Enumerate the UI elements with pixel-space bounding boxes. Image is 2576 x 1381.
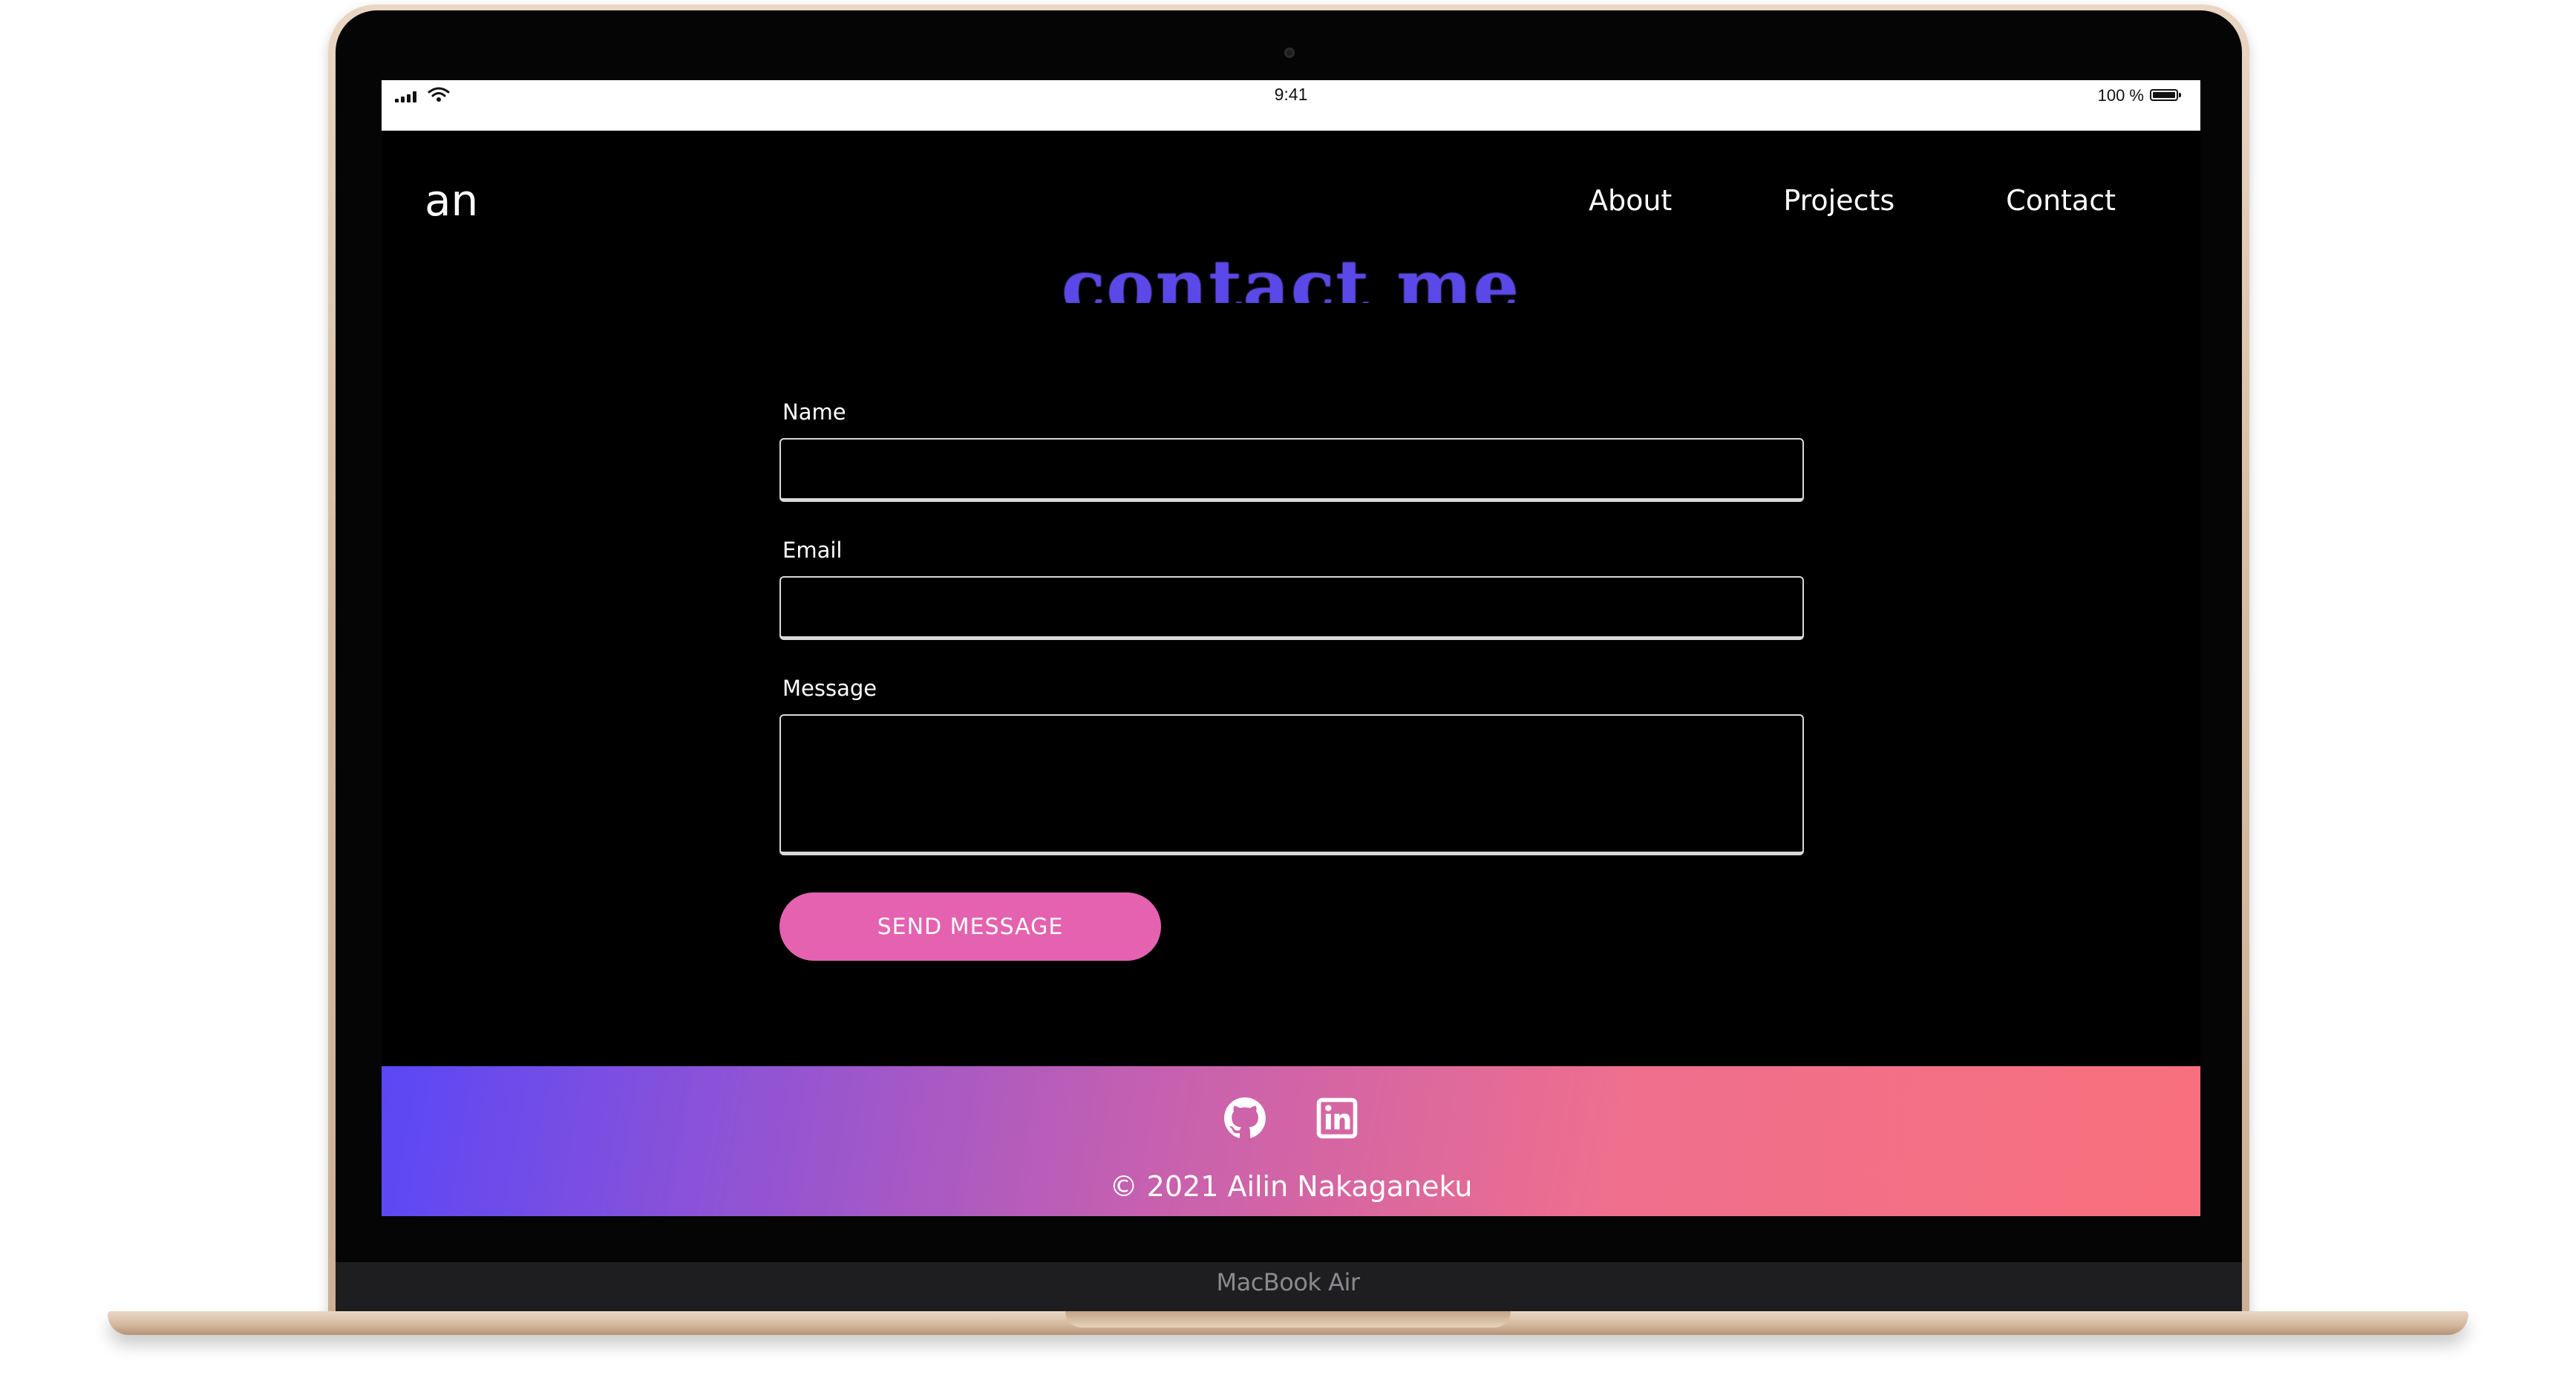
browser-screen: 9:41 100 % an About Projects Contact con…: [382, 80, 2200, 1216]
device-label: MacBook Air: [1216, 1268, 1360, 1296]
name-label: Name: [782, 399, 846, 425]
nav-link-about[interactable]: About: [1589, 184, 1672, 217]
contact-form: Name Email Message SEND MESSAGE: [779, 399, 1804, 961]
footer: © 2021 Ailin Nakaganeku: [382, 1066, 2200, 1216]
battery-icon: [2150, 89, 2181, 101]
github-icon[interactable]: [1224, 1097, 1266, 1139]
message-field[interactable]: [779, 714, 1804, 855]
name-field[interactable]: [779, 438, 1804, 502]
status-bar: 9:41 100 %: [382, 80, 2200, 131]
battery-percentage: 100 %: [2097, 86, 2144, 105]
laptop-hinge-notch: [1065, 1311, 1511, 1328]
brand-logo[interactable]: an: [425, 175, 478, 226]
camera-icon: [1284, 48, 1295, 58]
status-time: 9:41: [1274, 85, 1308, 104]
page-title: contact me: [1062, 251, 1520, 303]
social-links: [382, 1097, 2200, 1139]
send-message-button[interactable]: SEND MESSAGE: [779, 892, 1161, 961]
nav-link-contact[interactable]: Contact: [2006, 184, 2116, 217]
linkedin-icon[interactable]: [1316, 1097, 1358, 1139]
nav-links: About Projects Contact: [1589, 184, 2116, 217]
message-label: Message: [782, 676, 877, 701]
email-label: Email: [782, 538, 843, 563]
email-field[interactable]: [779, 576, 1804, 640]
copyright-text: © 2021 Ailin Nakaganeku: [1109, 1170, 1473, 1203]
nav-link-projects[interactable]: Projects: [1783, 184, 1895, 217]
top-navigation: an About Projects Contact: [382, 131, 2200, 242]
